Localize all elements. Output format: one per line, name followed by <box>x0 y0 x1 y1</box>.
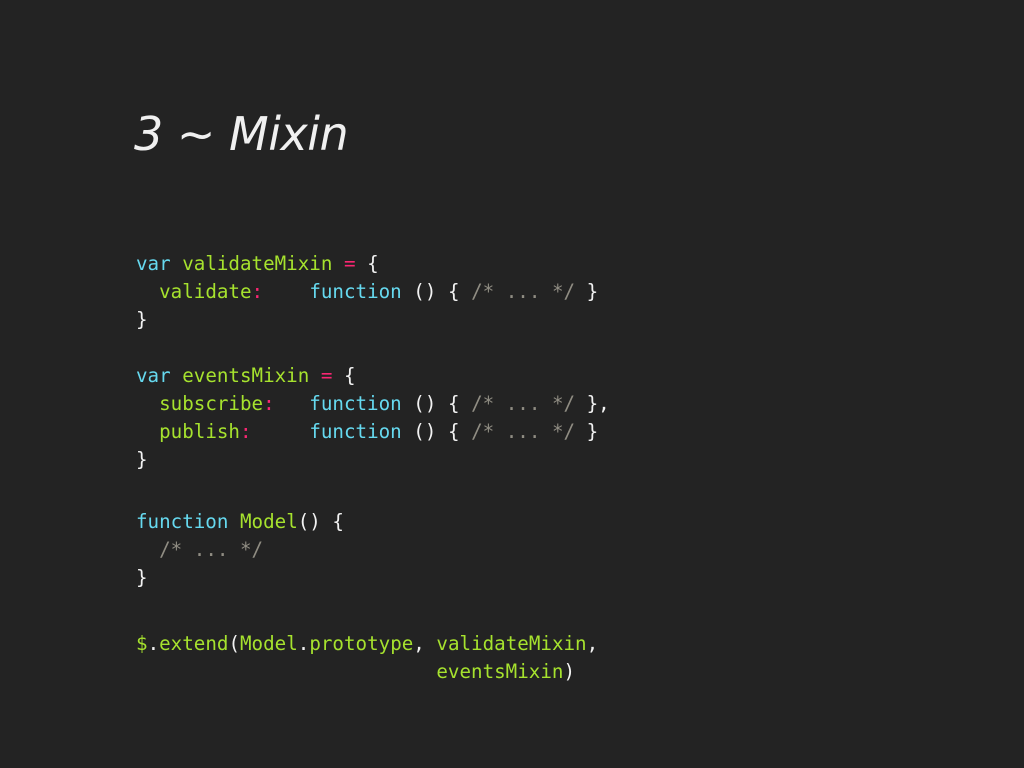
open-brace: { <box>332 510 344 533</box>
open-brace: { <box>343 364 356 387</box>
close-brace: } <box>136 308 148 331</box>
slide-title: 3 ~ Mixin <box>134 107 349 161</box>
code-line-3: } <box>136 306 610 334</box>
code-line-15: eventsMixin) <box>136 658 610 686</box>
colon: : <box>251 280 264 303</box>
keyword-function: function <box>309 392 402 415</box>
comment: /* ... */ <box>471 280 576 303</box>
code-line-5: var eventsMixin = { <box>136 362 610 390</box>
comment: /* ... */ <box>471 420 576 443</box>
key-subscribe: subscribe <box>159 392 264 415</box>
comma: , <box>413 632 425 655</box>
slide: 3 ~ Mixin var validateMixin = { validate… <box>0 0 1024 768</box>
dollar: $ <box>136 632 148 655</box>
comma: , <box>586 632 599 655</box>
comment: /* ... */ <box>159 538 264 561</box>
keyword-function: function <box>309 280 402 303</box>
code-line-2: validate: function () { /* ... */ } <box>136 278 610 306</box>
open-brace: { <box>447 280 460 303</box>
colon: : <box>239 420 252 443</box>
close-brace: } <box>136 448 148 471</box>
identifier-model: Model <box>239 510 298 533</box>
open-brace: { <box>367 252 379 275</box>
colon: : <box>263 392 275 415</box>
identifier-extend: extend <box>159 632 229 655</box>
close-brace-comma: }, <box>586 392 610 415</box>
assign-operator: = <box>343 252 356 275</box>
dot: . <box>147 632 160 655</box>
identifier-events-mixin: eventsMixin <box>182 364 310 387</box>
close-brace: } <box>136 566 148 589</box>
code-line-14: $.extend(Model.prototype, validateMixin, <box>136 630 610 658</box>
parens: () <box>413 420 437 443</box>
open-brace: { <box>447 420 460 443</box>
code-line-12: } <box>136 564 610 592</box>
code-line-6: subscribe: function () { /* ... */ }, <box>136 390 610 418</box>
code-line-8: } <box>136 446 610 474</box>
code-line-7: publish: function () { /* ... */ } <box>136 418 610 446</box>
key-publish: publish <box>159 420 240 443</box>
parens: () <box>413 280 437 303</box>
identifier-events-mixin: eventsMixin <box>436 660 564 683</box>
keyword-var: var <box>136 252 171 275</box>
close-brace: } <box>586 420 599 443</box>
keyword-function: function <box>309 420 402 443</box>
assign-operator: = <box>320 364 333 387</box>
keyword-function: function <box>136 510 229 533</box>
identifier-validate-mixin: validateMixin <box>182 252 333 275</box>
code-line-10: function Model() { <box>136 508 610 536</box>
comment: /* ... */ <box>471 392 576 415</box>
code-line-1: var validateMixin = { <box>136 250 610 278</box>
parens: () <box>297 510 321 533</box>
key-validate: validate <box>159 280 252 303</box>
code-line-11: /* ... */ <box>136 536 610 564</box>
close-brace: } <box>586 280 599 303</box>
identifier-model: Model <box>240 632 298 655</box>
close-paren: ) <box>563 660 575 683</box>
open-paren: ( <box>228 632 240 655</box>
identifier-prototype: prototype <box>309 632 414 655</box>
code-block: var validateMixin = { validate: function… <box>136 250 610 686</box>
dot: . <box>297 632 310 655</box>
identifier-validate-mixin: validateMixin <box>436 632 587 655</box>
open-brace: { <box>447 392 460 415</box>
keyword-var: var <box>136 364 171 387</box>
parens: () <box>413 392 437 415</box>
